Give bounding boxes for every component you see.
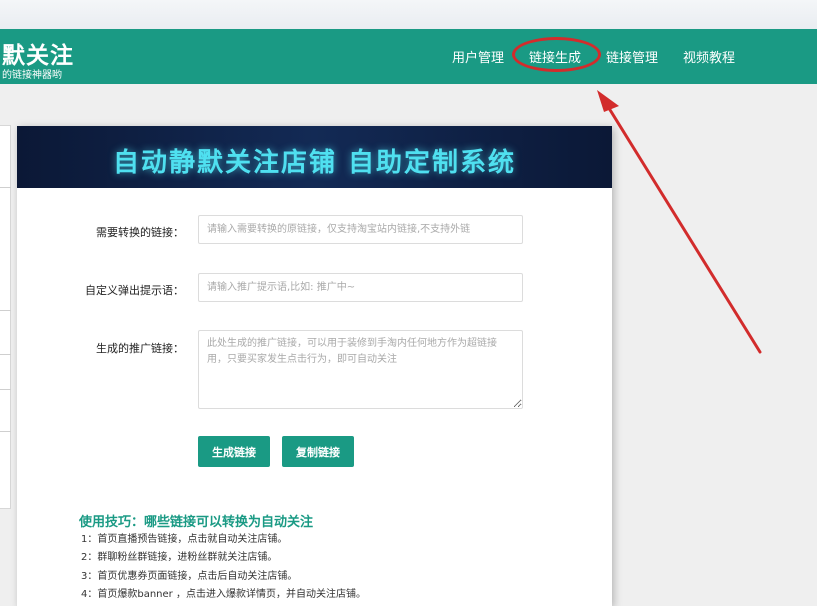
source-link-input[interactable] [198,215,523,244]
result-link-textarea[interactable] [198,330,523,409]
generate-link-button[interactable]: 生成链接 [198,436,270,467]
popup-tip-input[interactable] [198,273,523,302]
tip-item: 3：首页优惠券页面链接，点击后自动关注店铺。 [81,571,298,582]
link-label: 需要转换的链接： [96,226,184,239]
left-panel-divider [0,187,11,188]
nav-user-management[interactable]: 用户管理 [452,47,504,66]
left-panel-divider [0,354,11,355]
tips-title: 使用技巧：哪些链接可以转换为自动关注 [79,515,314,530]
highlight-circle [512,37,601,72]
logo-title: 默关注 [2,43,74,69]
nav-link-management[interactable]: 链接管理 [606,47,658,66]
left-side-panel [0,125,11,509]
tip-item: 1：首页直播预告链接，点击就自动关注店铺。 [81,534,288,545]
logo-subtitle: 的链接神器哟 [2,70,62,81]
left-panel-divider [0,310,11,311]
left-panel-divider [0,389,11,390]
copy-link-button[interactable]: 复制链接 [282,436,354,467]
left-panel-divider [0,431,11,432]
tip-item: 2：群聊粉丝群链接，进粉丝群就关注店铺。 [81,552,278,563]
popup-tip-label: 自定义弹出提示语： [85,284,184,297]
result-link-label: 生成的推广链接： [96,342,184,355]
banner: 自动静默关注店铺 自助定制系统 [17,126,612,188]
nav-video-tutorial[interactable]: 视频教程 [683,47,735,66]
browser-top-strip [0,0,817,30]
banner-title: 自动静默关注店铺 自助定制系统 [112,148,517,178]
tip-item: 4：首页爆款banner ，点击进入爆款详情页，并自动关注店铺。 [81,589,366,600]
